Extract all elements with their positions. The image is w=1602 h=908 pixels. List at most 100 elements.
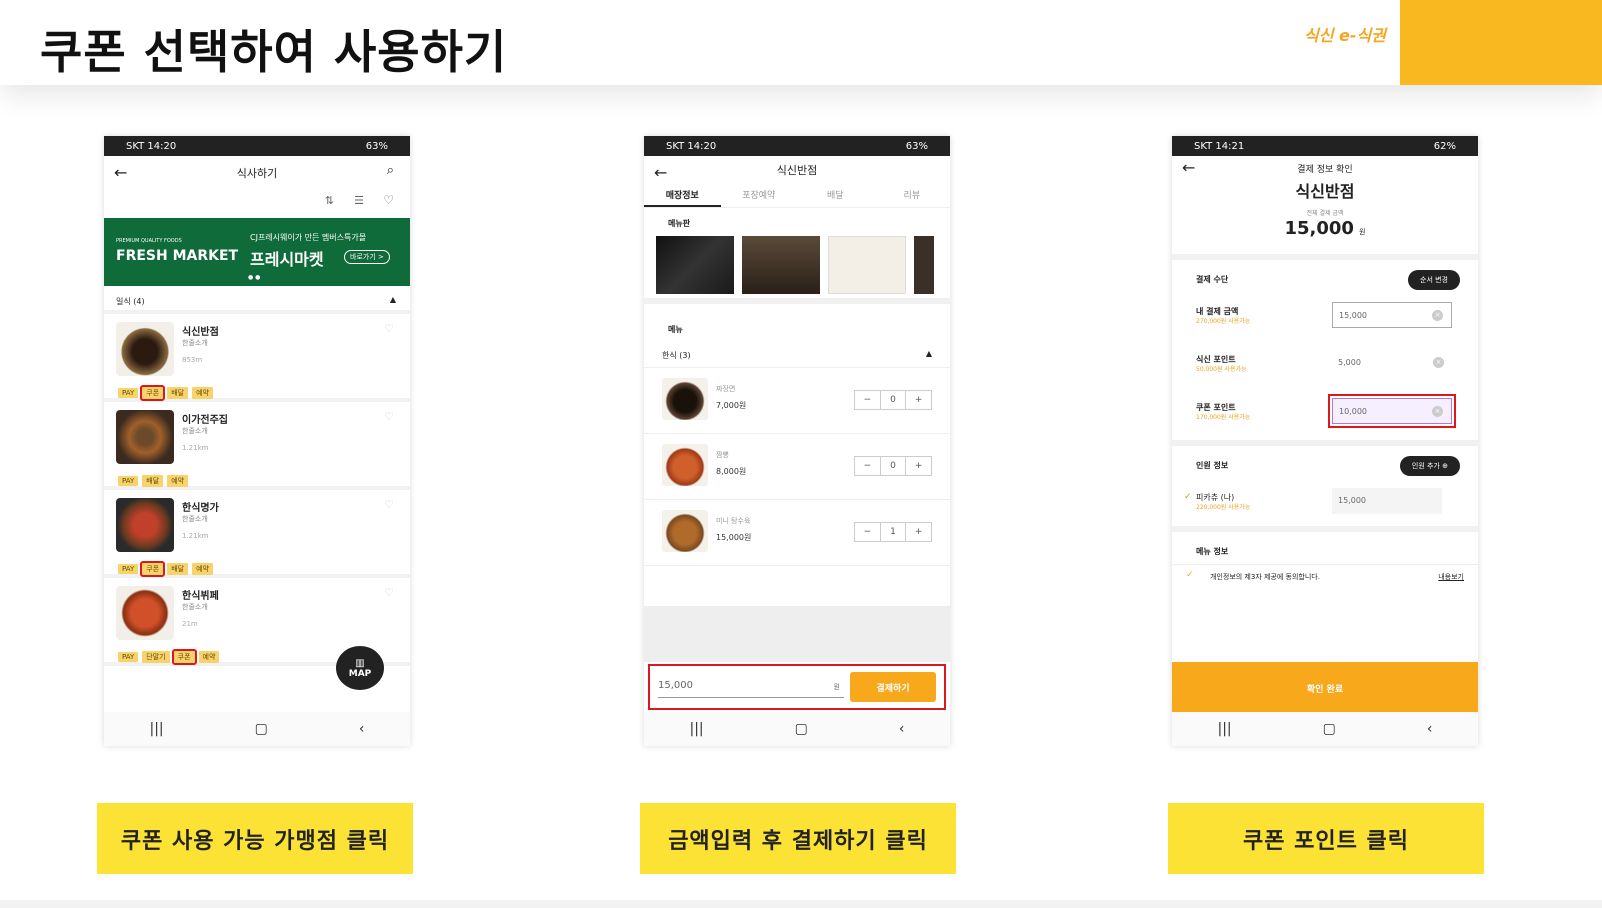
- agree-check-icon[interactable]: ✓: [1186, 570, 1194, 580]
- header-bar: 쿠폰 선택하여 사용하기 식신 e-식권: [0, 0, 1602, 85]
- search-icon[interactable]: ⌕: [387, 163, 394, 178]
- store-distance: 21m: [182, 620, 198, 628]
- pay-button[interactable]: 결제하기: [850, 672, 936, 702]
- amount-unit: 원: [833, 683, 840, 691]
- tab-review[interactable]: 리뷰: [874, 188, 951, 207]
- menuboard-photo-4[interactable]: [914, 236, 934, 294]
- minus-icon[interactable]: −: [855, 391, 881, 409]
- payment-amount-value: 15,000: [1339, 311, 1367, 320]
- filter-toolbar: ⇅ ☰ ♡: [104, 188, 410, 218]
- back-nav-icon[interactable]: ‹: [899, 721, 905, 737]
- menu-photo: [662, 444, 708, 486]
- store-tag: 쿠폰: [140, 561, 166, 577]
- store-tag: 예약: [192, 563, 213, 575]
- payment-amount-input[interactable]: 15,000 ×: [1332, 302, 1452, 328]
- menuboard-photo-3[interactable]: [828, 236, 906, 294]
- back-nav-icon[interactable]: ‹: [1427, 721, 1433, 737]
- store-tag: PAY: [118, 564, 139, 574]
- favorite-heart-icon[interactable]: ♡: [384, 498, 394, 511]
- store-tags: PAY 배달 예약: [118, 468, 192, 487]
- minus-icon[interactable]: −: [855, 523, 881, 541]
- tab-delivery[interactable]: 배달: [797, 188, 874, 207]
- menu-label: 메뉴: [668, 325, 683, 334]
- store-row[interactable]: 식신반점 한줄소개 853m ♡ PAY 쿠폰 배달 예약: [104, 314, 410, 402]
- recent-apps-icon[interactable]: |||: [1218, 721, 1232, 737]
- clear-icon[interactable]: ×: [1432, 310, 1443, 321]
- menuboard-gallery[interactable]: [644, 234, 950, 304]
- confirm-button[interactable]: 확인 완료: [1172, 662, 1478, 714]
- spacer: [644, 606, 950, 662]
- banner-dots: ● ●: [248, 274, 261, 281]
- phone-store-detail: SKT 14:20 63% ← 식신반점 매장정보 포장예약 배달 리뷰 메뉴판…: [644, 136, 950, 746]
- payment-fields: 내 결제 금액 270,000원 사용가능 15,000 × 식신 포인트 50,000원…: [1172, 296, 1478, 440]
- people-row: 인원 정보 인원 추가 ⊕: [1172, 446, 1478, 482]
- favorite-heart-icon[interactable]: ♡: [384, 410, 394, 423]
- people-label: 인원 정보: [1196, 461, 1229, 470]
- store-row[interactable]: 이가전주집 한줄소개 1.21km ♡ PAY 배달 예약: [104, 402, 410, 490]
- menuboard-photo-1[interactable]: [656, 236, 734, 294]
- sort-icon[interactable]: ⇅: [325, 194, 334, 207]
- phone-payment-confirm: SKT 14:21 62% ← 결제 정보 확인 식신반점 전체 결제 금액 1…: [1172, 136, 1478, 746]
- amount-input[interactable]: 15,000 원: [658, 676, 844, 698]
- clear-icon[interactable]: ×: [1433, 357, 1444, 368]
- caption-step-2: 금액입력 후 결제하기 클릭: [640, 803, 956, 874]
- home-icon[interactable]: ▢: [255, 721, 268, 737]
- battery-level: 63%: [365, 140, 388, 152]
- app-header: ← 결제 정보 확인: [1172, 156, 1478, 178]
- plus-icon[interactable]: +: [906, 391, 931, 409]
- payment-amount-input[interactable]: 10,000 ×: [1328, 394, 1456, 428]
- back-arrow-icon[interactable]: ←: [654, 163, 667, 182]
- menu-item: 짬뽕 8,000원 −0 +: [644, 434, 950, 500]
- plus-icon[interactable]: +: [906, 457, 931, 475]
- banner-line2: 프레시마켓: [250, 250, 324, 269]
- app-header: ← 식사하기 ⌕: [104, 156, 410, 188]
- banner-button[interactable]: 바로가기 >: [344, 250, 390, 264]
- heart-icon[interactable]: ♡: [383, 193, 394, 207]
- collapse-icon[interactable]: ▲: [390, 295, 396, 304]
- home-icon[interactable]: ▢: [1323, 721, 1336, 737]
- tab-takeout[interactable]: 포장예약: [721, 188, 798, 207]
- menuboard-photo-2[interactable]: [742, 236, 820, 294]
- add-people-button[interactable]: 인원 추가 ⊕: [1399, 456, 1460, 476]
- collapse-icon[interactable]: ▲: [926, 349, 932, 358]
- store-tags: PAY 단말기 쿠폰 예약: [118, 644, 223, 665]
- recent-apps-icon[interactable]: |||: [690, 721, 704, 737]
- store-distance: 853m: [182, 356, 203, 364]
- screen-title: 식사하기: [236, 167, 278, 180]
- payment-amount-input[interactable]: 5,000 ×: [1332, 350, 1452, 376]
- menu-item: 짜장면 7,000원 −0 +: [644, 368, 950, 434]
- plus-icon[interactable]: +: [906, 523, 931, 541]
- back-arrow-icon[interactable]: ←: [1182, 158, 1195, 177]
- payment-field-sub: 170,000원 사용가능: [1196, 414, 1251, 421]
- payment-bar: 15,000 원 결제하기: [648, 664, 946, 710]
- map-button[interactable]: ▥ MAP: [336, 646, 384, 690]
- back-nav-icon[interactable]: ‹: [359, 721, 365, 737]
- back-arrow-icon[interactable]: ←: [114, 163, 127, 182]
- payment-amount-value: 10,000: [1339, 407, 1367, 416]
- total-label: 전체 결제 금액: [1306, 210, 1344, 217]
- promo-banner[interactable]: PREMIUM QUALITY FOODS FRESH MARKET CJ프레시…: [104, 218, 410, 286]
- view-terms-link[interactable]: 내용보기: [1438, 572, 1464, 582]
- filter-icon[interactable]: ☰: [354, 194, 364, 207]
- store-row[interactable]: 한식명가 한줄소개 1.21km ♡ PAY 쿠폰 배달 예약: [104, 490, 410, 578]
- menu-item: 미니 탕수육 15,000원 −1 +: [644, 500, 950, 566]
- store-name: 식신반점: [182, 327, 219, 338]
- tab-store-info[interactable]: 매장정보: [644, 188, 721, 207]
- minus-icon[interactable]: −: [855, 457, 881, 475]
- favorite-heart-icon[interactable]: ♡: [384, 322, 394, 335]
- banner-brand: FRESH MARKET: [116, 248, 239, 264]
- store-tag: 예약: [198, 651, 220, 663]
- quantity-value[interactable]: 0: [881, 391, 907, 409]
- store-thumbnail: [116, 322, 174, 376]
- battery-level: 62%: [1433, 140, 1456, 152]
- home-icon[interactable]: ▢: [795, 721, 808, 737]
- recent-apps-icon[interactable]: |||: [150, 721, 164, 737]
- clear-icon[interactable]: ×: [1432, 406, 1443, 417]
- category-header[interactable]: 일식 (4) ▲: [104, 286, 410, 314]
- menu-category[interactable]: 한식 (3) ▲: [644, 344, 950, 368]
- quantity-value[interactable]: 1: [881, 523, 907, 541]
- favorite-heart-icon[interactable]: ♡: [384, 586, 394, 599]
- order-change-button[interactable]: 순서 변경: [1408, 270, 1460, 290]
- person-amount[interactable]: 15,000: [1332, 488, 1442, 514]
- quantity-value[interactable]: 0: [881, 457, 907, 475]
